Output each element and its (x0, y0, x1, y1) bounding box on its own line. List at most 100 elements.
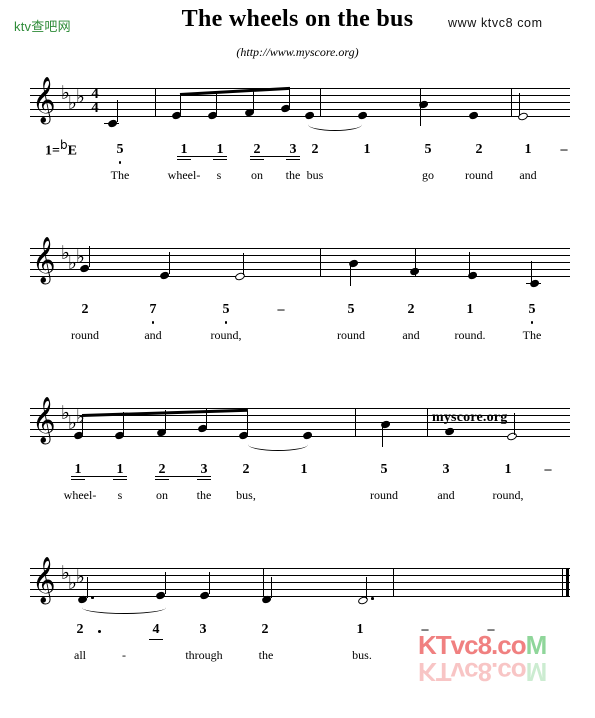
ledger-line (104, 123, 119, 124)
flat-accidental-icon: ♭ (76, 86, 85, 108)
watermark-reflection: KTvc8.coM (418, 657, 547, 687)
lyric-syllable: s (216, 168, 222, 182)
note-stem (420, 104, 422, 126)
note-stem (216, 91, 218, 114)
jianpu-number: 5 (524, 302, 540, 324)
note-stem (514, 413, 516, 435)
staff-system-2: 𝄞 ♭ ♭ ♭ 2 7 5 – 5 2 1 5 round and round,… (0, 240, 595, 398)
jianpu-beam (155, 476, 211, 478)
lyric-syllable: through (185, 648, 223, 662)
watermark-text-red: KTvc8.co (418, 630, 527, 660)
octave-dot-low (224, 321, 228, 324)
lyric-syllable: - (122, 648, 126, 662)
jianpu-number: 1 (504, 462, 512, 477)
watermark-text-green: M (525, 630, 548, 660)
lyric-syllable: and (437, 488, 455, 502)
note-stem (382, 424, 384, 447)
staff-lines (30, 248, 570, 277)
lyric-syllable: on (251, 168, 263, 182)
barline (427, 408, 428, 437)
note-stem (469, 252, 471, 274)
lyric-syllable: bus (306, 168, 324, 182)
lyric-syllable: round, (492, 488, 524, 502)
notehead (302, 430, 313, 440)
lyric-syllable: wheel- (167, 168, 201, 182)
note-stem (89, 246, 91, 267)
jianpu-number: 2 (76, 622, 84, 637)
jianpu-number: 5 (218, 302, 234, 324)
jianpu-number: 1 (363, 142, 371, 157)
barline (320, 88, 321, 117)
lyric-syllable: round (71, 328, 99, 342)
barline (393, 568, 394, 597)
lyric-syllable: round, (210, 328, 242, 342)
jianpu-number: 2 (311, 142, 319, 157)
jianpu-number: 5 (380, 462, 388, 477)
note-stem (165, 572, 167, 594)
flat-accidental-icon: ♭ (76, 566, 85, 588)
note-stem (247, 411, 249, 434)
note-stem (350, 263, 352, 286)
lyric-syllable: round (465, 168, 493, 182)
site-logo-right: www ktvc8 com (448, 16, 543, 30)
barline (263, 568, 264, 597)
octave-dot-low (151, 321, 155, 324)
barline (155, 88, 156, 117)
note-stem (87, 577, 89, 598)
lyric-syllable: round. (454, 328, 486, 342)
jianpu-number: 3 (442, 462, 450, 477)
lyric-syllable: the (196, 488, 212, 502)
lyric-syllable: wheel- (63, 488, 97, 502)
note-stem (366, 577, 368, 599)
time-signature-unit: 4 (91, 100, 99, 116)
note-stem (271, 577, 273, 598)
jianpu-number: 7 (145, 302, 161, 324)
jianpu-number: 1 (300, 462, 308, 477)
lyric-syllable: round (337, 328, 365, 342)
lyric-syllable: The (110, 168, 130, 182)
lyric-syllable: The (522, 328, 542, 342)
jianpu-number: 3 (199, 622, 207, 637)
lyric-syllable: s (117, 488, 123, 502)
jianpu-number: 1 (524, 142, 532, 157)
treble-clef-icon: 𝄞 (32, 397, 56, 443)
treble-clef-icon: 𝄞 (32, 237, 56, 283)
page-subtitle: (http://www.myscore.org) (236, 45, 359, 59)
note-stem (243, 253, 245, 275)
slur (308, 118, 362, 131)
lyric-syllable: all (74, 648, 86, 662)
barline (355, 408, 356, 437)
lyric-syllable: round (370, 488, 398, 502)
jianpu-beam (177, 156, 227, 158)
jianpu-number: 2 (475, 142, 483, 157)
lyric-syllable: bus. (352, 648, 372, 662)
augmentation-dot (371, 597, 374, 600)
lyric-syllable: on (156, 488, 168, 502)
watermark-myscore: myscore.org (432, 410, 508, 425)
jianpu-number: 5 (424, 142, 432, 157)
jianpu-sustain-dash: – (544, 462, 552, 477)
staff-system-3: 𝄞 ♭ ♭ ♭ myscore.org 1 1 2 3 2 1 5 3 1 – … (0, 400, 595, 558)
jianpu-number: 4 (148, 622, 164, 640)
octave-dot-low (530, 321, 534, 324)
watermark-ktvc8: KTvc8.coM KTvc8.coM (418, 630, 548, 687)
treble-clef-icon: 𝄞 (32, 557, 56, 603)
jianpu-sustain-dash: – (560, 142, 568, 157)
slur (82, 601, 166, 614)
ledger-line (526, 283, 541, 284)
lyric-syllable: the (258, 648, 274, 662)
jianpu-number: 2 (407, 302, 415, 317)
treble-clef-icon: 𝄞 (32, 77, 56, 123)
jianpu-number: 1 (356, 622, 364, 637)
lyric-syllable: go (422, 168, 434, 182)
octave-dot-low (118, 161, 122, 164)
jianpu-beam (71, 476, 127, 478)
augmentation-dot (91, 596, 94, 599)
note-stem (117, 100, 119, 122)
note-stem (209, 572, 211, 594)
lyric-syllable: the (285, 168, 301, 182)
flat-accidental-icon: ♭ (76, 406, 85, 428)
note-stem (169, 252, 171, 274)
notehead (468, 110, 479, 120)
final-barline (562, 568, 570, 597)
